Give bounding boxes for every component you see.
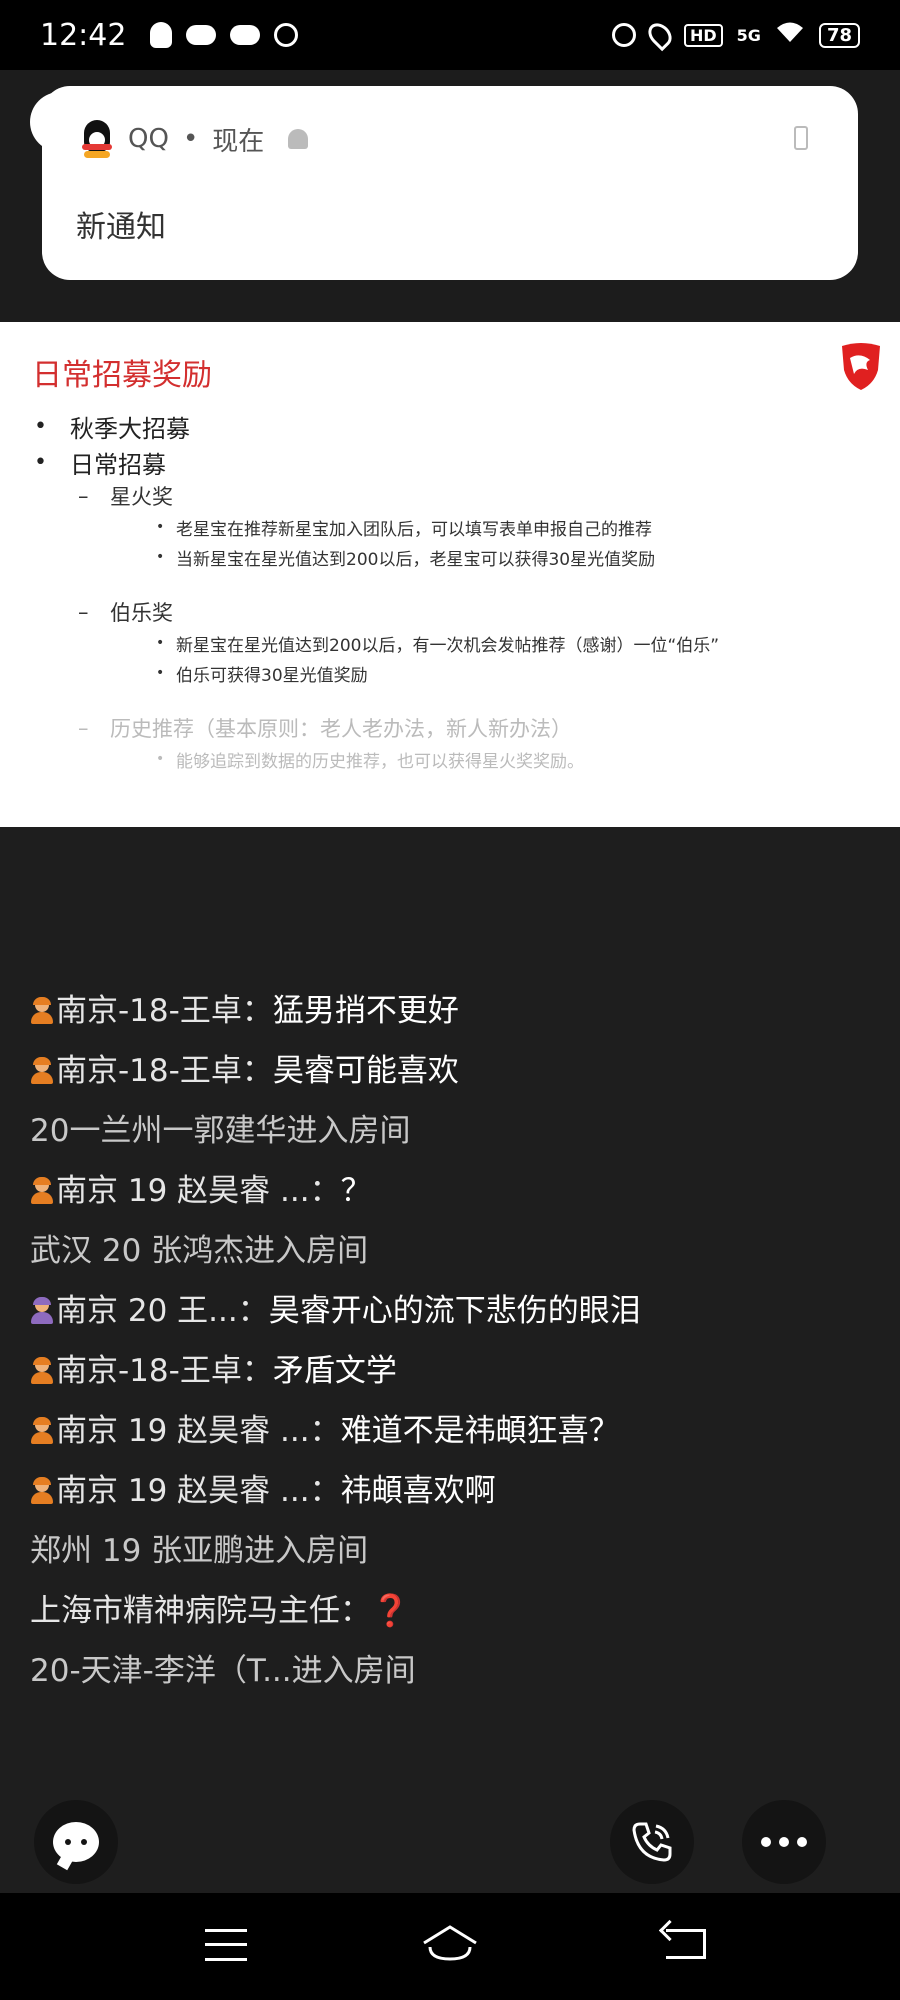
qq-penguin-icon [150,22,173,48]
menu-icon[interactable] [205,1929,247,1961]
chat-message: 南京 19 赵昊睿 ...：？ [30,1170,650,1212]
chat-message: 南京-18-王卓：矛盾文学 [30,1350,650,1392]
system-icons: HD 5G 78 [612,18,860,52]
wifi-icon [775,20,805,50]
slide-item: – 伯乐奖 [78,600,173,625]
chat-message-list: 南京-18-王卓：猛男捎不更好 南京-18-王卓：昊睿可能喜欢 20一兰州一郭建… [30,990,650,1710]
user-avatar-icon [30,1417,54,1444]
qq-logo-icon [80,120,114,158]
notification-app-name: QQ [128,124,169,154]
alarm-icon [274,23,299,47]
back-icon[interactable] [666,1929,706,1959]
slide-item: • 能够追踪到数据的历史推荐，也可以获得星火奖奖励。 [156,751,584,772]
more-options-button[interactable] [742,1800,826,1884]
qq-notification[interactable]: QQ • 现在 新通知 [42,86,858,280]
chat-message: 南京-18-王卓：昊睿可能喜欢 [30,1050,650,1092]
chat-bubble-icon [53,1822,99,1862]
phone-call-icon [632,1822,672,1862]
bell-icon [288,129,309,149]
user-avatar-icon [30,1297,54,1324]
user-avatar-icon [30,1357,54,1384]
voice-call-button[interactable] [610,1800,694,1884]
chat-message: 南京 20 王...：昊睿开心的流下悲伤的眼泪 [30,1290,650,1332]
hd-badge: HD [684,23,723,47]
msi-dragon-shield-icon [842,343,880,390]
slide-item: • 当新星宝在星光值达到200以后，老星宝可以获得30星光值奖励 [156,549,656,570]
chat-system-message: 20-天津-李洋（T...进入房间 [30,1653,416,1689]
location-icon [643,18,677,52]
chat-message: 南京 19 赵昊睿 ...：难道不是祎頔狂喜？ [30,1410,650,1452]
system-navigation-bar [0,1893,900,2000]
home-icon[interactable] [420,1921,480,1965]
chat-system-message: 20一兰州一郭建华进入房间 [30,1113,411,1149]
notification-title: 新通知 [76,210,166,245]
chat-input-button[interactable] [34,1800,118,1884]
notification-time: 现在 [212,126,265,157]
user-avatar-icon [30,997,54,1024]
signal-icon: 5G [736,25,761,45]
slide-item: • 老星宝在推荐新星宝加入团队后，可以填写表单申报自己的推荐 [156,519,652,540]
slide-item: – 历史推荐（基本原则：老人老办法，新人新办法） [78,716,572,741]
shared-slide: 日常招募奖励 • 秋季大招募 • 日常招募 – 星火奖 • 老星宝在推荐新星宝加入团队后… [0,322,900,827]
chat-message: 南京-18-王卓：猛男捎不更好 [30,990,650,1032]
slide-item: • 秋季大招募 [34,413,190,443]
user-avatar-icon [30,1177,54,1204]
user-avatar-icon [30,1477,54,1504]
chat-system-message: 武汉 20 张鸿杰进入房间 [30,1233,369,1269]
slide-item: • 新星宝在星光值达到200以后，有一次机会发帖推荐（感谢）一位“伯乐” [156,635,720,656]
battery-indicator: 78 [818,22,860,48]
slide-bullet-list: • 秋季大招募 • 日常招募 – 星火奖 • 老星宝在推荐新星宝加入团队后，可以填写表单… [34,408,874,774]
alarm-icon [612,23,636,47]
slide-item: • 日常招募 [34,449,166,479]
status-time: 12:42 [40,17,127,53]
more-dots-icon [761,1837,807,1847]
phone-icon [794,126,808,150]
cloud-icon [230,25,261,45]
slide-item: • 伯乐可获得30星光值奖励 [156,665,368,686]
chat-message: 南京 19 赵昊睿 ...：祎頔喜欢啊 [30,1470,650,1512]
slide-title: 日常招募奖励 [32,358,212,393]
notification-header: QQ • 现在 [80,120,309,158]
notification-separator: • [182,124,199,154]
chat-system-message: 郑州 19 张亚鹏进入房间 [30,1533,369,1569]
cloud-icon [186,25,217,45]
notification-icons [150,22,299,48]
status-bar: 12:42 HD 5G 78 [0,0,900,70]
slide-item: – 星火奖 [78,484,173,509]
chat-message: 上海市精神病院马主任：❓ [30,1593,410,1629]
user-avatar-icon [30,1057,54,1084]
